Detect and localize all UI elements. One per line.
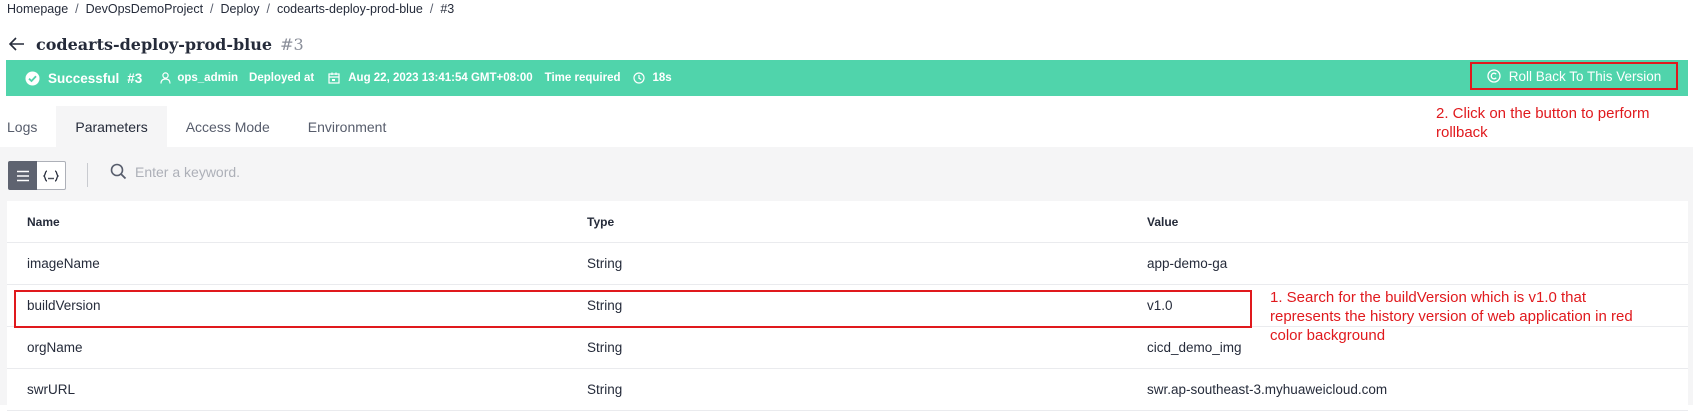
- annotation-step-2: 2. Click on the button to perform rollba…: [1436, 105, 1650, 141]
- rollback-button[interactable]: Roll Back To This Version: [1470, 62, 1678, 90]
- status-user: ops_admin: [177, 72, 239, 84]
- calendar-icon: [328, 72, 340, 84]
- cell-value: app-demo-ga: [1147, 256, 1228, 271]
- search-icon[interactable]: [110, 163, 127, 180]
- column-header-value: Value: [1147, 214, 1179, 229]
- breadcrumb: Homepage / DevOpsDemoProject / Deploy / codear…: [7, 2, 454, 16]
- tab-logs[interactable]: Logs: [0, 106, 56, 148]
- list-view-icon: [16, 170, 30, 182]
- cell-type: String: [587, 298, 623, 313]
- code-view-icon: [43, 169, 59, 182]
- breadcrumb-run: #3: [440, 2, 455, 16]
- status-bar: Successful #3 ops_admin Deployed at Aug …: [6, 60, 1688, 96]
- cell-name: imageName: [27, 256, 100, 271]
- time-required: 18s: [652, 72, 672, 84]
- breadcrumb-separator: /: [266, 2, 270, 16]
- cell-value: swr.ap-southeast-3.myhuaweicloud.com: [1147, 382, 1388, 397]
- arrow-left-icon[interactable]: [7, 34, 27, 54]
- breadcrumb-homepage[interactable]: Homepage: [7, 2, 68, 16]
- tab-parameters[interactable]: Parameters: [56, 106, 167, 148]
- toolbar-divider: [87, 163, 88, 187]
- view-toggle: [8, 161, 66, 190]
- cell-type: String: [587, 256, 623, 271]
- status-run: #3: [127, 70, 143, 86]
- column-header-type: Type: [587, 214, 615, 229]
- search-box: [110, 163, 435, 180]
- breadcrumb-deploy[interactable]: Deploy: [221, 2, 260, 16]
- table-row[interactable]: imageName String app-demo-ga: [7, 243, 1688, 285]
- rollback-label: Roll Back To This Version: [1508, 68, 1662, 84]
- cell-value: cicd_demo_img: [1147, 340, 1242, 355]
- clock-icon: [632, 72, 645, 84]
- cell-type: String: [587, 340, 623, 355]
- cell-name: swrURL: [27, 382, 76, 397]
- cell-value: v1.0: [1147, 298, 1173, 313]
- breadcrumb-separator: /: [429, 2, 434, 16]
- page-title: codearts-deploy-prod-blue: [36, 34, 273, 54]
- page-title-run: #3: [280, 34, 304, 54]
- search-input[interactable]: [135, 163, 435, 180]
- list-view-button[interactable]: [8, 161, 37, 190]
- breadcrumb-app[interactable]: codearts-deploy-prod-blue: [277, 2, 423, 16]
- tab-access-mode[interactable]: Access Mode: [167, 106, 289, 148]
- title-row: codearts-deploy-prod-blue #3: [7, 32, 304, 56]
- check-circle-icon: [25, 71, 40, 86]
- annotation-step-1: 1. Search for the buildVersion which is …: [1270, 289, 1633, 344]
- tab-bar: Logs Parameters Access Mode Environment: [0, 106, 405, 148]
- breadcrumb-project[interactable]: DevOpsDemoProject: [86, 2, 203, 16]
- code-view-button[interactable]: [37, 161, 66, 190]
- deployed-time: Aug 22, 2023 13:41:54 GMT+08:00: [348, 72, 533, 84]
- status-text: Successful: [48, 70, 120, 86]
- user-icon: [160, 72, 171, 84]
- column-header-name: Name: [27, 214, 60, 229]
- cell-name: orgName: [27, 340, 83, 355]
- cell-name: buildVersion: [27, 298, 101, 313]
- deployed-at-label: Deployed at: [249, 72, 315, 84]
- breadcrumb-separator: /: [75, 2, 79, 16]
- cell-type: String: [587, 382, 623, 397]
- time-required-label: Time required: [544, 72, 621, 84]
- table-header: Name Type Value: [7, 201, 1688, 243]
- rollback-icon: [1487, 69, 1501, 83]
- breadcrumb-separator: /: [210, 2, 214, 16]
- tab-environment[interactable]: Environment: [289, 106, 406, 148]
